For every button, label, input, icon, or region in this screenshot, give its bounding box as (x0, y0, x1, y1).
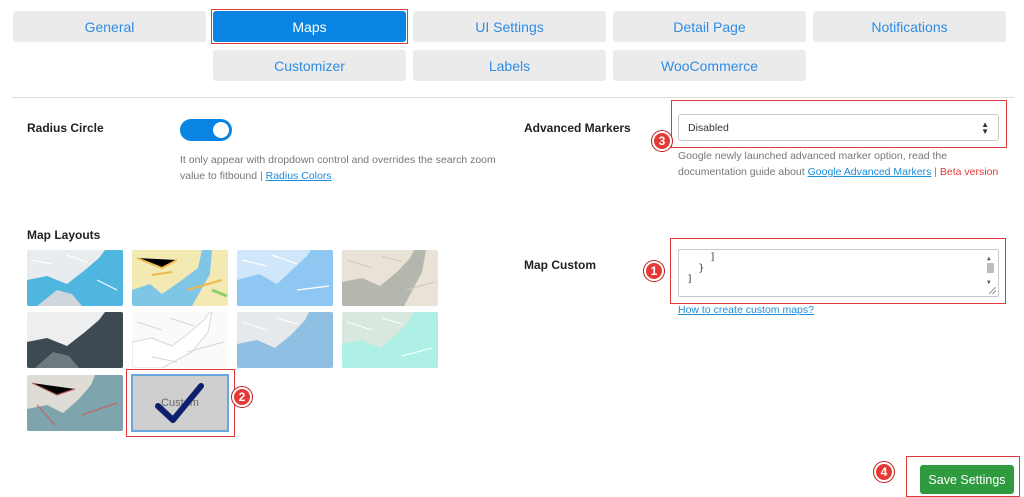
map-layout-custom[interactable]: Custom (131, 374, 229, 432)
map-layout-thumb-9[interactable] (27, 375, 123, 431)
toggle-knob (213, 122, 229, 138)
map-custom-textarea[interactable]: ] } ] ▲ ▼ (678, 249, 999, 297)
annotation-badge-4: 4 (874, 462, 894, 482)
radius-help-line2: value to fitbound | (180, 170, 266, 182)
tab-maps[interactable]: Maps (213, 11, 406, 42)
annotation-badge-1: 1 (644, 261, 664, 281)
tab-detail-page[interactable]: Detail Page (613, 11, 806, 42)
map-layout-thumb-4[interactable] (342, 250, 438, 306)
tab-woocommerce[interactable]: WooCommerce (613, 50, 806, 81)
code-line-3: ] (687, 274, 693, 285)
advanced-markers-help: Google newly launched advanced marker op… (678, 148, 1018, 180)
tab-notifications[interactable]: Notifications (813, 11, 1006, 42)
radius-help-line2-wrap: value to fitbound | Radius Colors (180, 168, 510, 184)
map-layout-thumb-6[interactable] (132, 312, 228, 368)
help-separator: | (931, 166, 940, 178)
map-layout-thumb-3[interactable] (237, 250, 333, 306)
save-settings-button[interactable]: Save Settings (920, 465, 1014, 494)
advanced-markers-value: Disabled (688, 121, 729, 134)
radius-circle-toggle[interactable] (180, 119, 232, 141)
radius-circle-label: Radius Circle (27, 121, 104, 135)
radius-help-line1: It only appear with dropdown control and… (180, 154, 496, 166)
map-layouts-label: Map Layouts (27, 228, 101, 242)
select-arrows-icon: ▲ ▼ (981, 120, 989, 136)
custom-maps-help-link[interactable]: How to create custom maps? (678, 304, 814, 316)
map-layout-thumb-8[interactable] (342, 312, 438, 368)
tab-general[interactable]: General (13, 11, 206, 42)
annotation-badge-3: 3 (652, 131, 672, 151)
check-icon (155, 383, 204, 423)
beta-version-label: Beta version (939, 166, 999, 178)
tab-customizer[interactable]: Customizer (213, 50, 406, 81)
scroll-thumb[interactable] (987, 263, 994, 273)
radius-circle-help: It only appear with dropdown control and… (180, 152, 510, 184)
advanced-markers-label: Advanced Markers (524, 121, 631, 135)
section-divider (12, 97, 1014, 98)
radius-colors-link[interactable]: Radius Colors (266, 170, 332, 182)
resize-handle-icon[interactable] (989, 287, 996, 294)
map-layout-thumb-1[interactable] (27, 250, 123, 306)
advanced-help-line1: Google newly launched advanced marker op… (678, 150, 948, 162)
map-custom-label: Map Custom (524, 258, 596, 272)
advanced-help-line2: documentation guide about (678, 166, 808, 178)
advanced-help-line2-wrap: documentation guide about Google Advance… (678, 164, 1018, 180)
google-advanced-markers-link[interactable]: Google Advanced Markers (808, 166, 932, 178)
tab-ui-settings[interactable]: UI Settings (413, 11, 606, 42)
map-layout-thumb-5[interactable] (27, 312, 123, 368)
map-layout-thumb-7[interactable] (237, 312, 333, 368)
advanced-markers-select[interactable]: Disabled ▲ ▼ (678, 114, 999, 141)
map-layout-thumb-2[interactable] (132, 250, 228, 306)
annotation-badge-2: 2 (232, 387, 252, 407)
code-line-1: ] (687, 252, 716, 263)
code-line-2: } (687, 263, 705, 274)
tab-labels[interactable]: Labels (413, 50, 606, 81)
